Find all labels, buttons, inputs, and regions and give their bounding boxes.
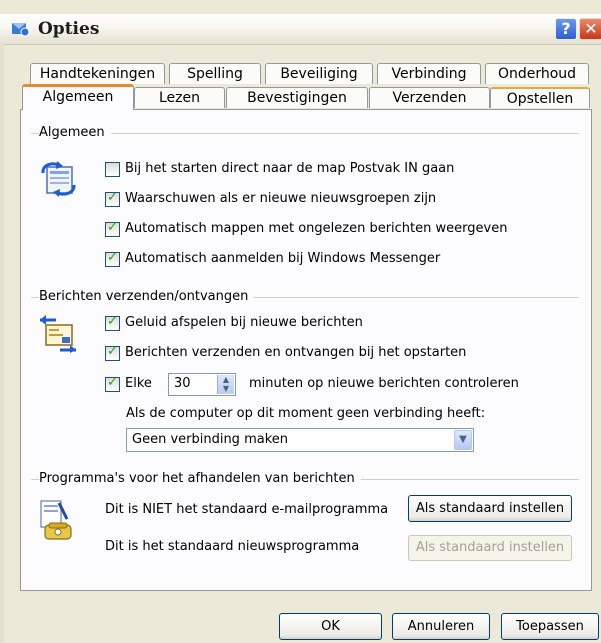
window-title: Opties <box>38 19 100 39</box>
option-send-receive-startup-label: Berichten verzenden en ontvangen bij het… <box>125 345 467 360</box>
set-default-news-button[interactable]: Als standaard instellen <box>408 535 572 561</box>
news-program-status: Dit is het standaard nieuwsprogramma <box>105 539 360 554</box>
ok-button[interactable]: OK <box>279 613 382 640</box>
offline-action-value: Geen verbinding maken <box>132 432 288 447</box>
tab-spelling[interactable]: Spelling <box>169 63 261 84</box>
close-button[interactable]: ✕ <box>579 18 601 40</box>
checkmark-icon: ✓ <box>107 220 118 235</box>
option-play-sound-label: Geluid afspelen bij nieuwe berichten <box>125 315 363 330</box>
checkbox-play-sound[interactable]: ✓ <box>105 314 120 331</box>
checkbox-check-every[interactable]: ✓ <box>105 375 120 392</box>
send-receive-icon <box>40 315 76 353</box>
checkbox-show-unread-folders[interactable]: ✓ <box>105 220 120 237</box>
outlook-express-icon <box>12 23 30 37</box>
check-interval-suffix: minuten op nieuwe berichten controleren <box>249 376 519 391</box>
options-dialog: Opties ? ✕ Handtekeningen Spelling Bevei… <box>0 0 601 643</box>
checkbox-warn-newsgroups[interactable]: ✓ <box>105 190 120 207</box>
option-start-inbox-label: Bij het starten direct naar de map Postv… <box>125 161 455 176</box>
help-button[interactable]: ? <box>555 18 577 40</box>
general-settings-icon <box>41 161 76 197</box>
tab-beveiliging[interactable]: Beveiliging <box>265 63 373 84</box>
group-title-general: Algemeen <box>39 125 111 140</box>
tab-lezen[interactable]: Lezen <box>134 87 225 108</box>
option-auto-messenger-label: Automatisch aanmelden bij Windows Messen… <box>125 251 441 266</box>
tab-opstellen[interactable]: Opstellen <box>490 87 590 108</box>
group-title-programs: Programma's voor het afhandelen van beri… <box>39 471 361 486</box>
checkmark-icon: ✓ <box>107 190 118 205</box>
group-title-send-receive: Berichten verzenden/ontvangen <box>39 289 255 304</box>
tab-algemeen[interactable]: Algemeen <box>22 84 134 110</box>
tab-panel-algemeen: Algemeen Bij het starten direct naar de … <box>20 109 592 591</box>
offline-action-select[interactable]: Geen verbinding maken ▼ <box>126 428 474 452</box>
cancel-button[interactable]: Annuleren <box>392 613 490 640</box>
tab-bevestigingen[interactable]: Bevestigingen <box>226 87 368 108</box>
option-warn-newsgroups-label: Waarschuwen als er nieuwe nieuwsgroepen … <box>125 191 437 206</box>
spin-down-icon[interactable]: ▼ <box>218 384 234 393</box>
tab-verbinding[interactable]: Verbinding <box>377 63 481 84</box>
checkbox-auto-messenger[interactable]: ✓ <box>105 250 120 267</box>
checkmark-icon: ✓ <box>107 344 118 359</box>
chevron-down-icon[interactable]: ▼ <box>454 430 472 450</box>
window-edge <box>0 44 4 643</box>
spin-up-icon[interactable]: ▲ <box>218 375 234 384</box>
mail-program-status: Dit is NIET het standaard e-mailprogramm… <box>105 502 389 517</box>
tab-verzenden[interactable]: Verzenden <box>369 87 490 108</box>
set-default-mail-button[interactable]: Als standaard instellen <box>408 495 572 522</box>
spinner-buttons[interactable]: ▲ ▼ <box>217 375 234 394</box>
checkmark-icon: ✓ <box>107 250 118 265</box>
default-program-icon <box>40 500 72 540</box>
tab-handtekeningen[interactable]: Handtekeningen <box>30 63 165 84</box>
minutes-spinner[interactable]: 30 ▲ ▼ <box>168 373 236 396</box>
checkmark-icon: ✓ <box>107 314 118 329</box>
option-check-every-label: Elke <box>125 376 152 391</box>
apply-button[interactable]: Toepassen <box>501 613 599 640</box>
tab-onderhoud[interactable]: Onderhoud <box>485 63 589 84</box>
title-bar[interactable]: Opties ? ✕ <box>0 14 601 45</box>
minutes-value[interactable]: 30 <box>174 376 191 391</box>
option-show-unread-folders-label: Automatisch mappen met ongelezen bericht… <box>125 221 508 236</box>
offline-label: Als de computer op dit moment geen verbi… <box>126 406 486 421</box>
checkbox-start-inbox[interactable] <box>105 162 120 177</box>
checkmark-icon: ✓ <box>107 375 118 390</box>
checkbox-send-receive-startup[interactable]: ✓ <box>105 344 120 361</box>
group-divider <box>31 133 579 134</box>
